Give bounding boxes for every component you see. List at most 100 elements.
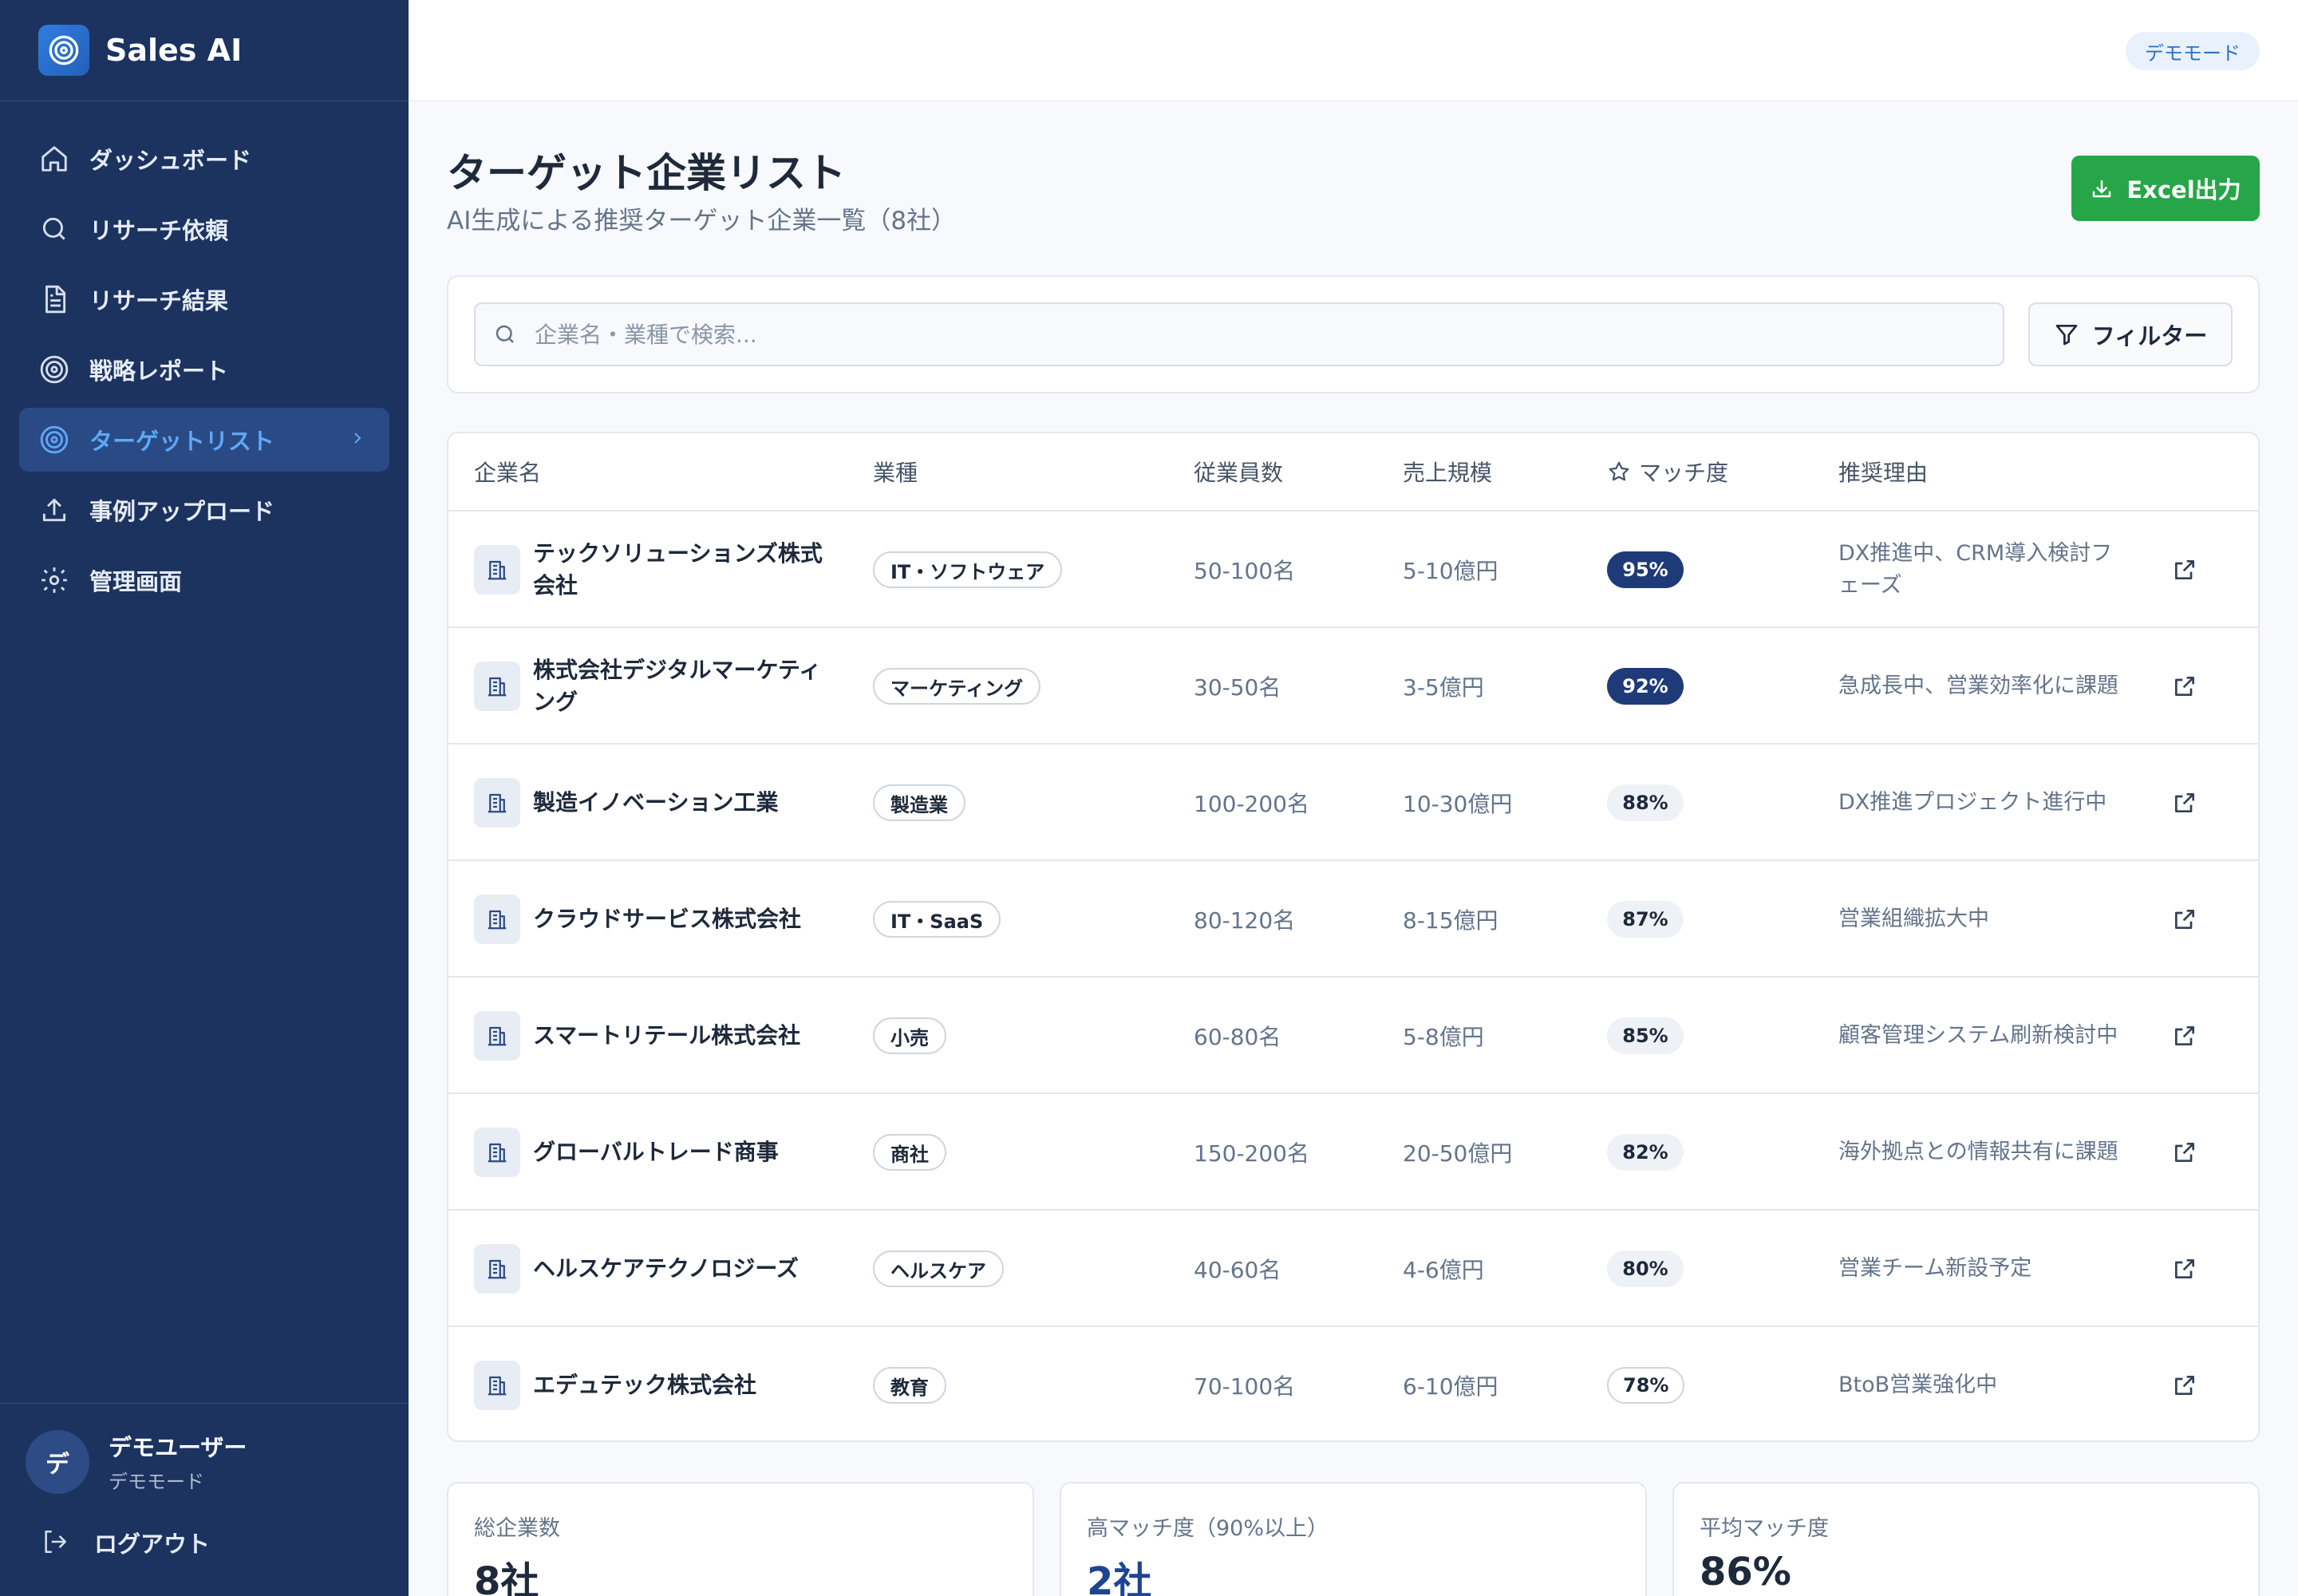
stat-label: 高マッチ度（90%以上） bbox=[1087, 1516, 1329, 1541]
reason-cell: 営業組織拡大中 bbox=[1838, 907, 1989, 931]
column-header-name[interactable]: 企業名 bbox=[474, 456, 541, 488]
company-name: テックソリューションズ株式会社 bbox=[533, 540, 823, 598]
target-logo-icon bbox=[38, 25, 89, 76]
reason-cell: 急成長中、営業効率化に課題 bbox=[1838, 674, 2118, 698]
gear-icon bbox=[38, 564, 70, 596]
industry-cell: IT・ソフトウェア bbox=[873, 512, 1063, 628]
building-icon bbox=[474, 1244, 520, 1294]
company-name-cell: テックソリューションズ株式会社 bbox=[474, 512, 841, 628]
company-name-cell: エデュテック株式会社 bbox=[474, 1327, 841, 1440]
column-header-industry[interactable]: 業種 bbox=[873, 456, 918, 488]
search-card: フィルター bbox=[447, 275, 2260, 393]
column-header-employees[interactable]: 従業員数 bbox=[1194, 456, 1283, 488]
sidebar-item-case-upload[interactable]: 事例アップロード bbox=[19, 478, 389, 542]
logout-icon bbox=[41, 1528, 70, 1557]
table-row[interactable]: グローバルトレード商事 商社 150-200名 20-50億円 82% 海外拠点… bbox=[448, 1094, 2258, 1211]
sidebar-nav: ダッシュボード リサーチ依頼 リサーチ結果 戦略レポート ターゲットリスト 事例… bbox=[0, 101, 409, 644]
table-row[interactable]: エデュテック株式会社 教育 70-100名 6-10億円 78% BtoB営業強… bbox=[448, 1327, 2258, 1440]
target-icon bbox=[38, 424, 70, 456]
stat-value: 2社 bbox=[1087, 1559, 1152, 1596]
sidebar-item-target-list[interactable]: ターゲットリスト bbox=[19, 408, 389, 472]
building-icon bbox=[474, 545, 520, 595]
match-cell: 95% bbox=[1607, 512, 1684, 628]
building-icon bbox=[474, 662, 520, 711]
topbar: デモモード bbox=[409, 0, 2298, 101]
sidebar-item-label: リサーチ依頼 bbox=[89, 217, 229, 244]
search-input[interactable] bbox=[535, 321, 1971, 348]
sidebar-item-research-results[interactable]: リサーチ結果 bbox=[19, 267, 389, 331]
page-subtitle: AI生成による推奨ターゲット企業一覧（8社） bbox=[447, 207, 957, 235]
column-header-match[interactable]: マッチ度 bbox=[1607, 456, 1728, 488]
industry-cell: 教育 bbox=[873, 1327, 946, 1440]
external-link-icon bbox=[2175, 1143, 2194, 1162]
upload-icon bbox=[38, 494, 70, 526]
external-link-button[interactable] bbox=[2172, 745, 2197, 861]
page-title: ターゲット企業リスト bbox=[447, 150, 846, 196]
stat-label: 平均マッチ度 bbox=[1700, 1516, 1829, 1541]
industry-badge: 小売 bbox=[873, 1017, 946, 1054]
external-link-button[interactable] bbox=[2172, 1211, 2197, 1327]
building-icon bbox=[474, 778, 520, 828]
industry-badge: 教育 bbox=[873, 1367, 946, 1404]
table-row[interactable]: 株式会社デジタルマーケティング マーケティング 30-50名 3-5億円 92%… bbox=[448, 628, 2258, 745]
external-link-icon bbox=[2175, 1026, 2194, 1045]
table-row[interactable]: クラウドサービス株式会社 IT・SaaS 80-120名 8-15億円 87% … bbox=[448, 861, 2258, 978]
app-name: Sales AI bbox=[105, 33, 243, 68]
sidebar-item-strategy-report[interactable]: 戦略レポート bbox=[19, 338, 389, 401]
external-link-button[interactable] bbox=[2172, 628, 2197, 745]
employees-cell: 80-120名 bbox=[1194, 907, 1296, 934]
brand[interactable]: Sales AI bbox=[0, 0, 409, 101]
sidebar-item-research-request[interactable]: リサーチ依頼 bbox=[19, 197, 389, 261]
search-icon bbox=[38, 213, 70, 245]
external-link-button[interactable] bbox=[2172, 1094, 2197, 1211]
industry-badge: マーケティング bbox=[873, 668, 1041, 705]
external-link-button[interactable] bbox=[2172, 978, 2197, 1094]
match-cell: 92% bbox=[1607, 628, 1684, 745]
match-cell: 78% bbox=[1607, 1327, 1685, 1440]
column-header-reason[interactable]: 推奨理由 bbox=[1838, 456, 1928, 488]
sidebar-item-label: 戦略レポート bbox=[89, 358, 229, 385]
company-name: クラウドサービス株式会社 bbox=[533, 906, 802, 932]
industry-cell: IT・SaaS bbox=[873, 861, 1001, 978]
table-row[interactable]: ヘルスケアテクノロジーズ ヘルスケア 40-60名 4-6億円 80% 営業チー… bbox=[448, 1211, 2258, 1327]
table-row[interactable]: テックソリューションズ株式会社 IT・ソフトウェア 50-100名 5-10億円… bbox=[448, 512, 2258, 628]
external-link-button[interactable] bbox=[2172, 1327, 2197, 1440]
sales-cell: 3-5億円 bbox=[1403, 674, 1484, 701]
filter-icon bbox=[2055, 325, 2078, 346]
table-row[interactable]: スマートリテール株式会社 小売 60-80名 5-8億円 85% 顧客管理システ… bbox=[448, 978, 2258, 1094]
table-header: 企業名 業種 従業員数 売上規模 マッチ度 推奨理由 bbox=[448, 433, 2258, 512]
match-badge: 88% bbox=[1607, 784, 1684, 821]
document-icon bbox=[38, 283, 70, 315]
reason-cell: 顧客管理システム刷新検討中 bbox=[1838, 1023, 2118, 1048]
filter-label: フィルター bbox=[2091, 322, 2208, 350]
external-link-icon bbox=[2175, 793, 2194, 812]
reason-cell: BtoB営業強化中 bbox=[1838, 1373, 1998, 1397]
external-link-button[interactable] bbox=[2172, 512, 2197, 628]
match-badge: 87% bbox=[1607, 901, 1684, 938]
search-box[interactable] bbox=[474, 302, 2004, 366]
industry-cell: ヘルスケア bbox=[873, 1211, 1004, 1327]
match-cell: 87% bbox=[1607, 861, 1684, 978]
industry-cell: 製造業 bbox=[873, 745, 965, 861]
user-profile[interactable]: デ デモユーザー デモモード bbox=[0, 1404, 409, 1494]
excel-export-button[interactable]: Excel出力 bbox=[2071, 156, 2260, 221]
company-name: スマートリテール株式会社 bbox=[533, 1022, 801, 1049]
industry-badge: 製造業 bbox=[873, 784, 965, 821]
sidebar-item-admin[interactable]: 管理画面 bbox=[19, 548, 389, 612]
match-badge: 92% bbox=[1607, 668, 1684, 705]
filter-button[interactable]: フィルター bbox=[2028, 302, 2233, 366]
stat-card-average-match: 平均マッチ度 86% bbox=[1672, 1482, 2260, 1596]
table-row[interactable]: 製造イノベーション工業 製造業 100-200名 10-30億円 88% DX推… bbox=[448, 745, 2258, 861]
industry-badge: 商社 bbox=[873, 1134, 946, 1171]
user-mode: デモモード bbox=[109, 1471, 204, 1493]
sales-cell: 5-8億円 bbox=[1403, 1024, 1484, 1050]
match-badge: 95% bbox=[1607, 551, 1684, 588]
chevron-right-icon bbox=[348, 426, 367, 453]
external-link-button[interactable] bbox=[2172, 861, 2197, 978]
logout-button[interactable]: ログアウト bbox=[0, 1494, 409, 1559]
column-header-match-label: マッチ度 bbox=[1639, 460, 1729, 486]
sidebar-item-label: 管理画面 bbox=[89, 568, 183, 595]
sales-cell: 6-10億円 bbox=[1403, 1373, 1498, 1400]
column-header-sales[interactable]: 売上規模 bbox=[1403, 456, 1492, 488]
sidebar-item-dashboard[interactable]: ダッシュボード bbox=[19, 127, 389, 191]
